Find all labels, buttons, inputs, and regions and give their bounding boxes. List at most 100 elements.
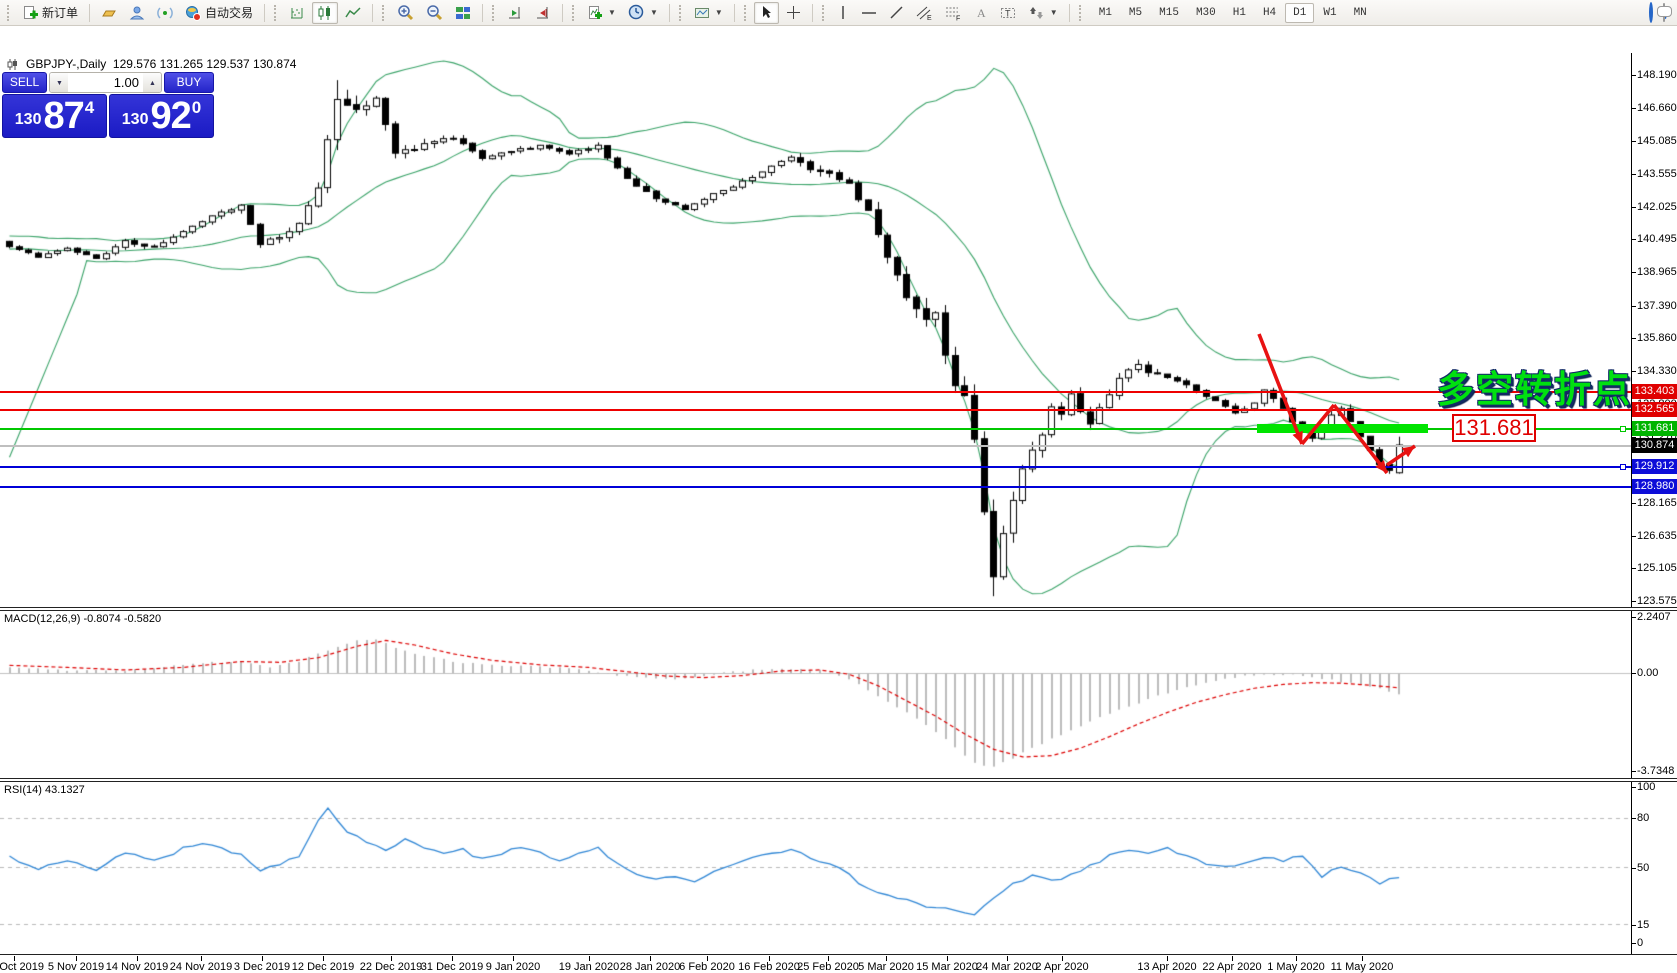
sell-price-button[interactable]: 130 87 4 (2, 94, 107, 138)
chart-shift-button[interactable] (530, 2, 556, 24)
timeframe-button-m15[interactable]: M15 (1151, 3, 1187, 23)
timeframe-button-w1[interactable]: W1 (1315, 3, 1344, 23)
trend-zigzag-arrows[interactable] (1240, 322, 1440, 492)
signals-button[interactable] (152, 2, 178, 24)
price-axis-tickmark (1631, 305, 1636, 307)
line-chart-button[interactable] (340, 2, 366, 24)
market-watch-button[interactable] (96, 2, 122, 24)
trendline-icon (890, 6, 903, 19)
timeframe-button-m30[interactable]: M30 (1188, 3, 1224, 23)
indicator-axis-tickmark (1631, 787, 1636, 788)
line-handle[interactable] (1620, 464, 1626, 470)
crosshair-tool-button[interactable] (781, 2, 806, 24)
trendline-tool-button[interactable] (884, 2, 909, 24)
price-axis-tick-label: 140.495 (1637, 233, 1677, 246)
auto-trading-button[interactable]: 自动交易 (180, 2, 258, 24)
candlestick-chart-button[interactable] (312, 1, 339, 24)
volume-increase-button[interactable]: ▲ (143, 73, 161, 92)
macd-indicator-canvas[interactable] (0, 612, 1631, 777)
fibonacci-tool-button[interactable]: F (940, 2, 967, 24)
date-axis-label: 5 Nov 2019 (47, 961, 105, 973)
gold-icon (102, 10, 116, 16)
indicator-axis-label: 80 (1637, 812, 1650, 824)
indicator-axis-label: 0.00 (1637, 667, 1659, 679)
arrows-tool-button[interactable]: ▼ (1024, 2, 1063, 24)
bar-chart-button[interactable] (284, 2, 310, 24)
timeframe-button-h4[interactable]: H4 (1255, 3, 1284, 23)
zoom-out-button[interactable] (421, 2, 448, 24)
templates-icon (694, 7, 709, 18)
line-handle[interactable] (1620, 426, 1626, 432)
arrows-dropdown-arrow[interactable]: ▼ (1050, 8, 1058, 17)
price-axis-tick-label: 134.330 (1637, 365, 1677, 378)
date-axis-label: 28 Jan 2020 (619, 961, 681, 973)
chart-window: GBPJPY-,Daily 129.576 131.265 129.537 13… (0, 27, 1677, 973)
channel-tool-button[interactable]: E (911, 2, 938, 24)
timeframe-button-m5[interactable]: M5 (1121, 3, 1150, 23)
date-axis-label: 13 Apr 2020 (1137, 961, 1197, 973)
timeframe-button-h1[interactable]: H1 (1225, 3, 1254, 23)
fibonacci-icon: F (945, 7, 960, 21)
text-tool-button[interactable]: A (969, 2, 993, 24)
rsi-indicator-canvas[interactable] (0, 783, 1631, 953)
indicator-axis-label: 15 (1637, 919, 1650, 931)
rsi-panel-separator[interactable] (0, 778, 1677, 782)
price-axis-tickmark (1631, 75, 1636, 76)
turning-point-annotation[interactable]: 多空转折点 (1437, 359, 1632, 413)
timeframe-button-m1[interactable]: M1 (1091, 3, 1120, 23)
tile-windows-button[interactable] (450, 2, 476, 24)
arrow-shapes-icon (1029, 6, 1043, 19)
macd-panel-separator[interactable] (0, 607, 1677, 611)
indicators-dropdown-arrow[interactable]: ▼ (608, 8, 616, 17)
periods-button[interactable]: ▼ (623, 2, 663, 24)
date-axis-label: 2 Apr 2020 (1035, 961, 1089, 973)
timeframe-switcher: M1 M5 M15 M30 H1 H4 D1 W1 MN (1091, 2, 1375, 23)
periods-dropdown-arrow[interactable]: ▼ (650, 8, 658, 17)
price-axis-tickmark (1631, 206, 1636, 208)
new-order-icon (24, 5, 38, 19)
indicator-axis-label: -3.7348 (1637, 765, 1675, 777)
support-price-tag[interactable]: 131.681 (1452, 414, 1536, 442)
templates-dropdown-arrow[interactable]: ▼ (715, 8, 723, 17)
zoom-in-button[interactable] (392, 2, 419, 24)
chart-title: GBPJPY-,Daily 129.576 131.265 129.537 13… (7, 57, 296, 71)
cursor-icon (762, 6, 771, 18)
vertical-line-tool-button[interactable] (832, 2, 854, 24)
volume-input[interactable] (68, 73, 143, 92)
rsi-legend: RSI(14) 43.1327 (4, 784, 85, 796)
cursor-tool-button[interactable] (753, 1, 779, 24)
sell-price-figure: 130 (14, 111, 42, 128)
new-order-button[interactable]: 新订单 (17, 2, 83, 24)
toolbar-grip (7, 4, 12, 21)
crosshair-icon (786, 6, 800, 19)
sell-button[interactable]: SELL (2, 72, 47, 93)
date-axis-label: 11 May 2020 (1330, 961, 1394, 973)
date-axis-label: 16 Feb 2020 (738, 961, 800, 973)
templates-button[interactable]: ▼ (689, 2, 728, 24)
community-chat-button[interactable] (1663, 2, 1665, 22)
price-axis-badge: 129.912 (1632, 459, 1677, 474)
indicator-axis-tickmark (1631, 868, 1636, 869)
profiles-button[interactable] (124, 2, 150, 24)
timeframe-button-d1[interactable]: D1 (1285, 2, 1315, 23)
volume-decrease-button[interactable]: ▼ (50, 73, 68, 92)
horizontal-line-tool-button[interactable] (856, 2, 882, 24)
auto-scroll-button[interactable] (502, 2, 528, 24)
buy-price-button[interactable]: 130 92 0 (109, 94, 214, 138)
text-label-tool-button[interactable]: T (995, 2, 1022, 24)
search-button[interactable] (1649, 1, 1653, 23)
price-axis-tickmark (1631, 338, 1636, 340)
date-axis-label: 22 Dec 2019 (359, 961, 423, 973)
price-axis-tickmark (1631, 272, 1636, 274)
date-axis-label: 22 Apr 2020 (1202, 961, 1262, 973)
buy-button[interactable]: BUY (164, 72, 214, 93)
price-axis-tickmark (1631, 174, 1636, 176)
timeframe-button-mn[interactable]: MN (1346, 3, 1375, 23)
date-axis-label: 15 Mar 2020 (916, 961, 978, 973)
date-axis-label: 12 Dec 2019 (291, 961, 355, 973)
price-axis-tickmark (1631, 239, 1636, 241)
signal-icon (157, 6, 173, 19)
price-axis-tickmark (1631, 141, 1636, 143)
indicators-button[interactable]: ▼ (582, 2, 621, 24)
indicator-axis-tickmark (1631, 771, 1636, 772)
